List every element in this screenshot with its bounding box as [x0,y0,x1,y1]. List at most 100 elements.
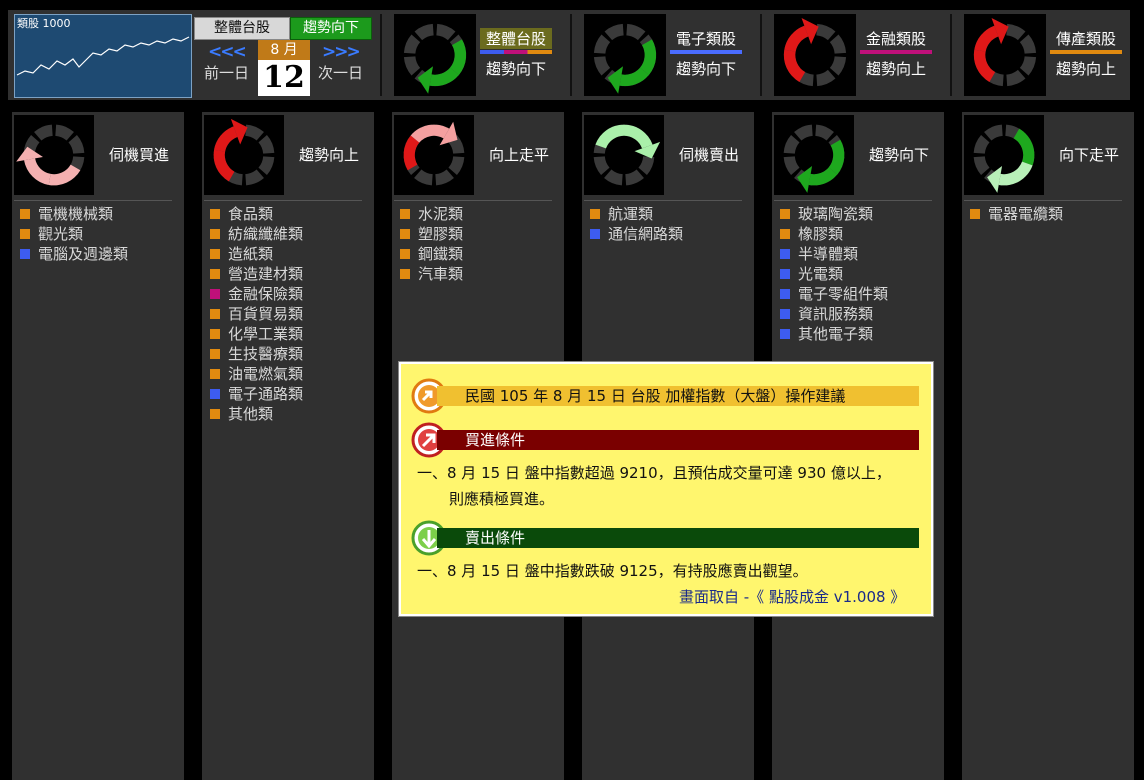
category-label: 金融保險類 [228,285,304,303]
buy-condition-line2: 則應積極買進。 [449,490,555,508]
category-label: 橡膠類 [798,225,844,243]
category-label: 油電燃氣類 [228,365,304,383]
sector-finance[interactable]: 金融類股 趨勢向上 [762,14,942,96]
cycle-down-green-icon [394,14,476,96]
category-item[interactable]: 玻璃陶瓷類 [780,204,888,224]
cycle-buy-pink-icon [14,115,94,195]
category-item[interactable]: 電腦及週邊類 [20,244,128,264]
category-label: 營造建材類 [228,265,304,283]
popup-header: 民國 105 年 8 月 15 日 台股 加權指數（大盤）操作建議 [437,386,919,406]
category-item[interactable]: 鋼鐵類 [400,244,463,264]
category-item[interactable]: 觀光類 [20,224,128,244]
divider [774,200,932,201]
sector-name: 整體台股 [480,28,552,49]
divider [964,200,1122,201]
category-color-square [780,269,790,279]
column-title: 伺機賣出 [678,146,739,164]
category-color-square [400,209,410,219]
mini-chart-line [16,36,190,76]
category-label: 百貨貿易類 [228,305,304,323]
column-title: 伺機買進 [108,146,169,164]
category-color-square [210,329,220,339]
category-label: 航運類 [608,205,654,223]
category-item[interactable]: 營造建材類 [210,264,303,284]
category-label: 汽車類 [418,265,464,283]
buy-condition-title: 買進條件 [437,430,919,450]
overall-market-button[interactable]: 整體台股 [194,17,290,40]
category-color-square [210,289,220,299]
category-item[interactable]: 電子零組件類 [780,284,888,304]
day-display: 12 [258,60,310,96]
sector-color-bar [670,50,742,54]
category-color-square [210,349,220,359]
category-color-square [210,309,220,319]
category-item[interactable]: 其他電子類 [780,324,888,344]
category-color-square [210,209,220,219]
sector-status: 趨勢向下 [485,60,546,78]
category-color-square [210,409,220,419]
category-item[interactable]: 造紙類 [210,244,303,264]
column-buy-opportunity: 伺機買進 電機機械類 觀光類 電腦及週邊類 [12,112,184,780]
sector-color-bar [480,50,552,54]
prev-day-button[interactable]: 前一日 [204,62,249,83]
index-mini-chart[interactable]: 類股 1000 [14,14,192,98]
category-item[interactable]: 水泥類 [400,204,463,224]
category-label: 電機機械類 [38,205,114,223]
cycle-up-red-icon [774,14,856,96]
category-item[interactable]: 光電類 [780,264,888,284]
category-label: 化學工業類 [228,325,304,343]
category-item[interactable]: 橡膠類 [780,224,888,244]
column-title: 趨勢向上 [298,146,359,164]
prev-day-arrows[interactable]: <<< [208,42,247,62]
sector-traditional[interactable]: 傳產類股 趨勢向上 [952,14,1132,96]
category-list: 水泥類 塑膠類 鋼鐵類汽車類 [400,204,463,284]
divider [204,200,362,201]
sector-color-bar [860,50,932,54]
sector-electronics[interactable]: 電子類股 趨勢向下 [572,14,752,96]
category-color-square [20,209,30,219]
sector-overall[interactable]: 整體台股 趨勢向下 [382,14,562,96]
category-item[interactable]: 通信網路類 [590,224,683,244]
category-color-square [780,289,790,299]
column-title: 向下走平 [1058,146,1119,164]
category-item[interactable]: 百貨貿易類 [210,304,303,324]
category-item[interactable]: 電機機械類 [20,204,128,224]
category-color-square [210,369,220,379]
category-item[interactable]: 食品類 [210,204,303,224]
category-color-square [20,249,30,259]
category-item[interactable]: 油電燃氣類 [210,364,303,384]
buy-condition-line1: 一、8 月 15 日 盤中指數超過 9210，且預估成交量可達 930 億以上， [417,464,891,482]
category-color-square [210,389,220,399]
category-item[interactable]: 紡織纖維類 [210,224,303,244]
category-list: 航運類 通信網路類 [590,204,683,244]
category-label: 資訊服務類 [798,305,874,323]
category-item[interactable]: 電器電纜類 [970,204,1063,224]
month-display: 8 月 [258,40,310,60]
category-item[interactable]: 汽車類 [400,264,463,284]
category-item[interactable]: 其他類 [210,404,303,424]
advice-popup[interactable]: 民國 105 年 8 月 15 日 台股 加權指數（大盤）操作建議 買進條件 一… [398,361,934,617]
category-item[interactable]: 塑膠類 [400,224,463,244]
category-item[interactable]: 航運類 [590,204,683,224]
category-label: 其他電子類 [798,325,874,343]
category-label: 電子零組件類 [798,285,889,303]
category-item[interactable]: 化學工業類 [210,324,303,344]
next-day-arrows[interactable]: >>> [322,42,361,62]
overall-trend-badge[interactable]: 趨勢向下 [290,17,372,40]
category-item[interactable]: 生技醫療類 [210,344,303,364]
category-label: 半導體類 [798,245,859,263]
next-day-button[interactable]: 次一日 [318,62,363,83]
sell-condition-title: 賣出條件 [437,528,919,548]
cycle-down-green-icon [584,14,666,96]
category-label: 電器電纜類 [988,205,1064,223]
category-item[interactable]: 金融保險類 [210,284,303,304]
category-item[interactable]: 資訊服務類 [780,304,888,324]
category-color-square [400,229,410,239]
category-color-square [780,309,790,319]
category-label: 玻璃陶瓷類 [798,205,874,223]
category-label: 鋼鐵類 [418,245,464,263]
category-item[interactable]: 半導體類 [780,244,888,264]
category-color-square [210,229,220,239]
sector-status: 趨勢向上 [1055,60,1116,78]
category-item[interactable]: 電子通路類 [210,384,303,404]
